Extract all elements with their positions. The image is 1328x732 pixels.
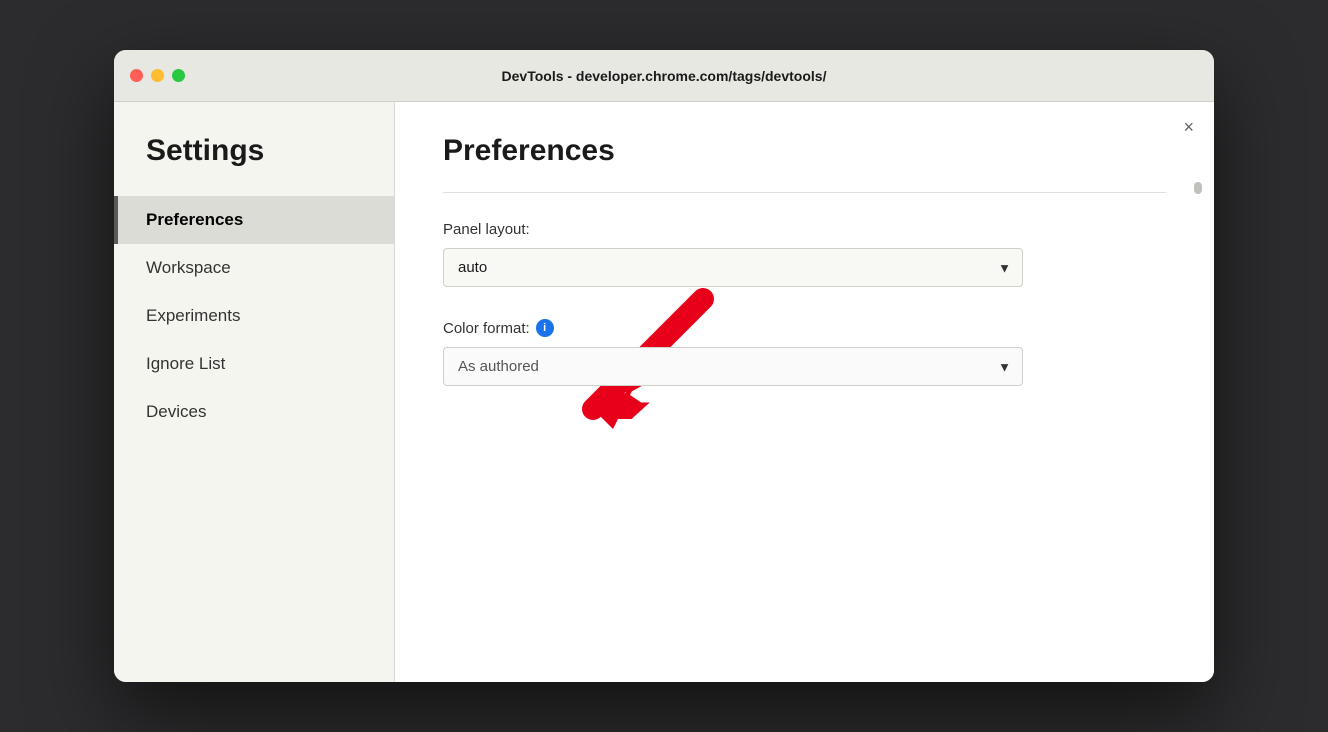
panel-layout-select-wrapper: auto horizontal vertical ▼ <box>443 248 1023 287</box>
panel-layout-select[interactable]: auto horizontal vertical <box>443 248 1023 287</box>
section-divider <box>443 192 1166 193</box>
dialog-body: Settings Preferences Workspace Experimen… <box>114 102 1214 682</box>
sidebar-heading: Settings <box>114 134 394 196</box>
scrollbar-thumb[interactable] <box>1194 182 1202 194</box>
panel-layout-label: Panel layout: <box>443 221 1166 238</box>
page-title: Preferences <box>443 134 1166 168</box>
sidebar-item-preferences[interactable]: Preferences <box>114 196 394 244</box>
title-bar: DevTools - developer.chrome.com/tags/dev… <box>114 50 1214 102</box>
sidebar-item-devices[interactable]: Devices <box>114 388 394 436</box>
color-format-info-icon[interactable]: i <box>536 319 554 337</box>
traffic-lights <box>130 69 185 82</box>
devtools-window: DevTools - developer.chrome.com/tags/dev… <box>114 50 1214 682</box>
sidebar: Settings Preferences Workspace Experimen… <box>114 102 394 682</box>
maximize-traffic-light[interactable] <box>172 69 185 82</box>
color-format-select-wrapper: As authored HEX RGB HSL ▼ <box>443 347 1023 386</box>
main-content: × Preferences Panel layout: auto horizon… <box>394 102 1214 682</box>
panel-layout-group: Panel layout: auto horizontal vertical ▼ <box>443 221 1166 287</box>
sidebar-nav: Preferences Workspace Experiments Ignore… <box>114 196 394 436</box>
window-title: DevTools - developer.chrome.com/tags/dev… <box>502 68 827 84</box>
color-format-group: Color format: i <box>443 319 1166 386</box>
color-format-label: Color format: i <box>443 319 1166 337</box>
minimize-traffic-light[interactable] <box>151 69 164 82</box>
scrollbar-track[interactable] <box>1194 182 1202 646</box>
sidebar-item-workspace[interactable]: Workspace <box>114 244 394 292</box>
sidebar-item-ignore-list[interactable]: Ignore List <box>114 340 394 388</box>
color-format-select[interactable]: As authored HEX RGB HSL <box>443 347 1023 386</box>
close-button[interactable]: × <box>1183 118 1194 136</box>
sidebar-item-experiments[interactable]: Experiments <box>114 292 394 340</box>
close-traffic-light[interactable] <box>130 69 143 82</box>
